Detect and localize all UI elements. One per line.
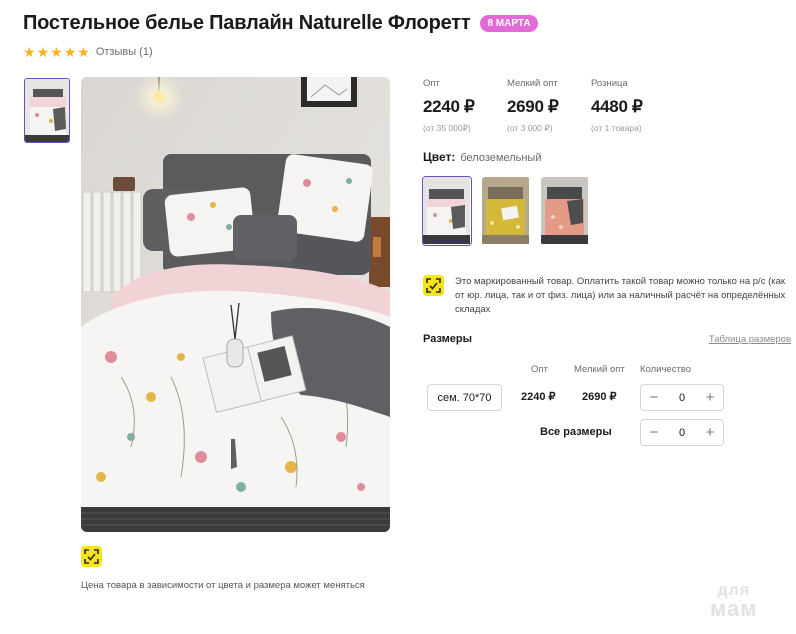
color-row: Цвет: белоземельный: [423, 150, 541, 164]
marked-product-notice: Это маркированный товар. Оплатить такой …: [423, 275, 793, 317]
product-title: Постельное белье Павлайн Naturelle Флоре…: [23, 12, 471, 34]
size-price-small-opt: 2690 ₽: [582, 391, 617, 403]
star-icon: ★: [36, 44, 50, 60]
gallery-thumbnail[interactable]: [24, 78, 70, 143]
minus-icon[interactable]: −: [647, 389, 661, 406]
thumbnail-image: [25, 79, 69, 142]
watermark-line2: мам: [710, 596, 758, 621]
swatch-image: [541, 177, 588, 244]
reviews-link[interactable]: Отзывы (1): [96, 46, 153, 58]
size-option[interactable]: сем. 70*70: [427, 384, 502, 411]
datamatrix-icon: [84, 549, 99, 564]
promo-badge: 8 МАРТА: [480, 15, 538, 32]
marked-product-icon: [81, 546, 102, 567]
watermark-logo: для мам: [710, 582, 758, 621]
column-header-small-opt: Мелкий опт: [574, 364, 625, 375]
color-swatch-white[interactable]: [422, 176, 472, 246]
price-label: Розница: [591, 78, 628, 89]
all-sizes-stepper: − 0 +: [640, 419, 724, 446]
sizes-header: Размеры Таблица размеров: [423, 333, 791, 345]
star-icon: ★: [50, 44, 63, 60]
quantity-value[interactable]: 0: [679, 392, 685, 404]
main-product-photo[interactable]: [81, 77, 390, 532]
size-price-opt: 2240 ₽: [521, 391, 556, 403]
color-label: Цвет:: [423, 150, 456, 164]
star-icon: ★: [77, 44, 90, 60]
price-small-opt: Мелкий опт 2690 ₽ (от 3 000 ₽): [507, 78, 591, 134]
price-value: 2690 ₽: [507, 97, 559, 116]
color-swatch-yellow[interactable]: [481, 176, 531, 246]
price-label: Мелкий опт: [507, 78, 558, 89]
star-icon: ★: [63, 44, 77, 60]
plus-icon[interactable]: +: [703, 424, 717, 441]
datamatrix-glyph: [426, 278, 441, 293]
price-retail: Розница 4480 ₽ (от 1 товара): [591, 78, 675, 134]
color-swatch-pink[interactable]: [540, 176, 590, 246]
sizes-title: Размеры: [423, 333, 473, 345]
column-header-qty: Количество: [640, 364, 692, 375]
swatch-image: [482, 177, 529, 244]
size-table-link[interactable]: Таблица размеров: [709, 334, 791, 345]
all-sizes-label: Все размеры: [540, 426, 612, 438]
column-header-opt: Опт: [531, 364, 548, 375]
color-value: белоземельный: [460, 152, 542, 164]
rating-stars: ★ ★ ★ ★ ★: [23, 45, 90, 59]
rating-row: ★ ★ ★ ★ ★ Отзывы (1): [23, 45, 153, 59]
product-image: [81, 77, 390, 532]
price-value: 4480 ₽: [591, 97, 643, 116]
price-condition: (от 3 000 ₽): [507, 123, 553, 133]
swatch-image: [423, 177, 470, 244]
minus-icon[interactable]: −: [647, 424, 661, 441]
color-swatches: [422, 176, 590, 246]
price-label: Опт: [423, 78, 440, 89]
price-block: Опт 2240 ₽ (от 35 000₽) Мелкий опт 2690 …: [423, 78, 675, 134]
datamatrix-icon: [423, 275, 444, 296]
price-condition: (от 35 000₽): [423, 123, 471, 133]
price-condition: (от 1 товара): [591, 123, 642, 133]
star-icon: ★: [23, 44, 36, 60]
quantity-stepper: − 0 +: [640, 384, 724, 411]
marked-notice-text: Это маркированный товар. Оплатить такой …: [455, 276, 786, 315]
quantity-value[interactable]: 0: [679, 427, 685, 439]
price-opt: Опт 2240 ₽ (от 35 000₽): [423, 78, 507, 134]
price-note: Цена товара в зависимости от цвета и раз…: [81, 580, 365, 591]
price-value: 2240 ₽: [423, 97, 475, 116]
plus-icon[interactable]: +: [703, 389, 717, 406]
title-row: Постельное белье Павлайн Naturelle Флоре…: [23, 12, 538, 35]
